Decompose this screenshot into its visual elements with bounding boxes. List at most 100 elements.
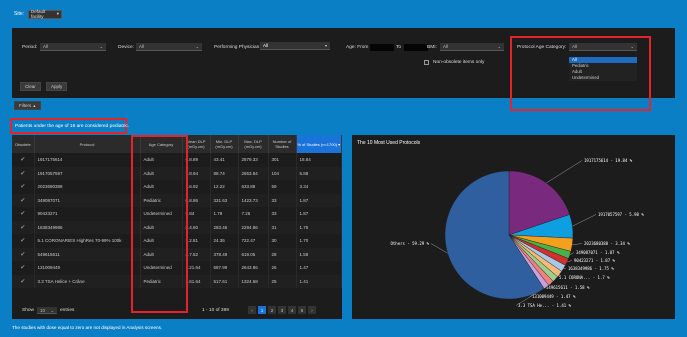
col-max-dlp[interactable]: Max. DLP (mGy.cm) bbox=[238, 135, 269, 153]
period-select[interactable]: All ⌄ bbox=[40, 43, 106, 51]
cell-min-dlp: 378.49 bbox=[210, 247, 239, 261]
nonobsolete-checkbox[interactable] bbox=[424, 60, 429, 65]
cell-max-dlp: 2653.84 bbox=[238, 166, 269, 180]
cell-protocol: 349087071 bbox=[34, 193, 141, 207]
col-pct-label: % of Studies (n=1700) bbox=[297, 141, 338, 147]
checkmark-icon: ✔ bbox=[12, 234, 35, 248]
cell-pct-studies: 1.41 bbox=[296, 274, 342, 288]
protocol-age-value: All bbox=[572, 44, 578, 49]
cell-number-studies: 33 bbox=[268, 193, 297, 207]
col-protocol[interactable]: Protocol bbox=[34, 135, 141, 153]
physician-select[interactable]: All ▾ bbox=[260, 42, 330, 50]
chevron-down-icon: ⌄ bbox=[630, 44, 634, 49]
checkmark-icon: ✔ bbox=[12, 153, 35, 167]
cell-min-dlp: 12.22 bbox=[210, 180, 239, 194]
nonobsolete-label: Non-obsolete items only bbox=[433, 60, 485, 65]
checkmark-icon: ✔ bbox=[12, 207, 35, 221]
col-obsolete[interactable]: Obsolete bbox=[12, 135, 35, 153]
chevron-down-icon: ⌄ bbox=[497, 44, 501, 49]
cell-protocol: 549615611 bbox=[34, 247, 141, 261]
page-button-5[interactable]: 5 bbox=[298, 306, 306, 314]
bmi-select[interactable]: All ⌄ bbox=[440, 43, 504, 51]
cell-number-studies: 104 bbox=[268, 166, 297, 180]
filters-toggle-button[interactable]: Filters ▴ bbox=[14, 101, 41, 110]
pie-leader-line bbox=[546, 160, 583, 184]
cell-pct-studies: 1.58 bbox=[296, 247, 342, 261]
pie-leader-line bbox=[572, 243, 583, 246]
cell-protocol: 5.1 CORONARIES HighRes 70-99% 100k bbox=[34, 234, 141, 248]
entries-label: entries bbox=[60, 308, 75, 313]
page-button-3[interactable]: 3 bbox=[278, 306, 286, 314]
cell-protocol: 131009449 bbox=[34, 261, 141, 275]
page-button-4[interactable]: 4 bbox=[288, 306, 296, 314]
clear-button[interactable]: Clear bbox=[20, 82, 41, 91]
pie-label: 549615611 - 1.58 % bbox=[546, 285, 590, 290]
pie-leader-line bbox=[572, 214, 597, 227]
age-to-label: To bbox=[396, 45, 402, 50]
page-button-2[interactable]: 2 bbox=[268, 306, 276, 314]
page-length-select[interactable]: 10 ⌄ bbox=[37, 307, 57, 314]
site-label: Site: bbox=[14, 11, 25, 17]
cell-max-dlp: 7.26 bbox=[238, 207, 269, 221]
cell-number-studies: 25 bbox=[268, 274, 297, 288]
col-min-dlp[interactable]: Min. DLP (mGy.cm) bbox=[210, 135, 239, 153]
col-pct-studies[interactable]: % of Studies (n=1700) ▾ bbox=[296, 135, 342, 153]
page-length-control: Show 10 ⌄ entries bbox=[22, 307, 74, 314]
protocol-age-label: Protocol Age Category: bbox=[517, 45, 567, 50]
cell-protocol: 1917057597 bbox=[34, 166, 141, 180]
device-select[interactable]: All ⌄ bbox=[136, 43, 202, 51]
cell-pct-studies: 1.70 bbox=[296, 234, 342, 248]
cell-pct-studies: 5.88 bbox=[296, 166, 342, 180]
cell-pct-studies: 1.75 bbox=[296, 220, 342, 234]
protocol-age-select[interactable]: All ⌄ bbox=[569, 43, 637, 51]
pie-label: 349087071 - 1.87 % bbox=[576, 250, 620, 255]
cell-min-dlp: 687.99 bbox=[210, 261, 239, 275]
checkmark-icon: ✔ bbox=[12, 180, 35, 194]
physician-label: Performing Physician: bbox=[214, 45, 261, 50]
next-page-button[interactable]: › bbox=[308, 306, 316, 314]
cell-number-studies: 26 bbox=[268, 261, 297, 275]
cell-pct-studies: 18.84 bbox=[296, 153, 342, 167]
cell-pct-studies: 3.34 bbox=[296, 180, 342, 194]
chart-panel: The 10 Most Used Protocols 1917175614 - … bbox=[352, 135, 675, 319]
site-value: Default facility bbox=[31, 9, 46, 19]
cell-max-dlp: 633.88 bbox=[238, 180, 269, 194]
footer-note: The studies with dose equal to zero are … bbox=[12, 325, 163, 330]
pie-label: 3.3 TSA He... - 1.41 % bbox=[518, 303, 572, 308]
checkmark-icon: ✔ bbox=[12, 274, 35, 288]
pie-label: 2023680388 - 3.34 % bbox=[584, 241, 630, 246]
filters-toggle-label: Filters bbox=[19, 103, 32, 108]
col-number-studies[interactable]: Number of Studies bbox=[268, 135, 297, 153]
cell-max-dlp: 1423.73 bbox=[238, 193, 269, 207]
cell-min-dlp: 283.46 bbox=[210, 220, 239, 234]
cell-min-dlp: 43.41 bbox=[210, 153, 239, 167]
cell-number-studies: 59 bbox=[268, 180, 297, 194]
prev-page-button[interactable]: ‹ bbox=[248, 306, 256, 314]
pie-label: 90423271 - 1.87 % bbox=[574, 258, 616, 263]
age-from-input[interactable] bbox=[370, 44, 394, 51]
cell-min-dlp: 517.61 bbox=[210, 274, 239, 288]
cell-pct-studies: 1.87 bbox=[296, 207, 342, 221]
apply-button[interactable]: Apply bbox=[46, 82, 68, 91]
checkmark-icon: ✔ bbox=[12, 193, 35, 207]
device-label: Device: bbox=[118, 45, 134, 50]
checkmark-icon: ✔ bbox=[12, 220, 35, 234]
page-button-1[interactable]: 1 bbox=[258, 306, 266, 314]
cell-protocol: 2023680388 bbox=[34, 180, 141, 194]
pie-label: 131009449 - 1.47 % bbox=[532, 294, 576, 299]
site-select[interactable]: Default facility ▾ bbox=[28, 9, 63, 19]
cell-protocol: 1917175614 bbox=[34, 153, 141, 167]
cell-number-studies: 31 bbox=[268, 220, 297, 234]
cell-min-dlp: 88.74 bbox=[210, 166, 239, 180]
option-undetermined[interactable]: Undetermined bbox=[569, 75, 637, 81]
chevron-down-icon: ⌄ bbox=[50, 307, 54, 313]
cell-number-studies: 33 bbox=[268, 207, 297, 221]
cell-pct-studies: 1.47 bbox=[296, 261, 342, 275]
bmi-label: BMI: bbox=[427, 45, 437, 50]
page-length-value: 10 bbox=[40, 307, 46, 313]
cell-max-dlp: 2643.86 bbox=[238, 261, 269, 275]
checkmark-icon: ✔ bbox=[12, 166, 35, 180]
cell-pct-studies: 1.87 bbox=[296, 193, 342, 207]
age-to-input[interactable] bbox=[404, 44, 428, 51]
cell-number-studies: 301 bbox=[268, 153, 297, 167]
